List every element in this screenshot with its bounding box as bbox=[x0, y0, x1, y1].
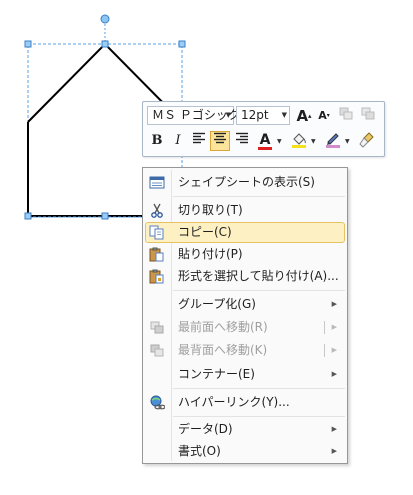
menu-item-data[interactable]: データ(D) ▶ bbox=[145, 419, 345, 440]
shapesheet-icon bbox=[149, 176, 165, 189]
fill-color-button[interactable] bbox=[289, 131, 309, 151]
italic-icon: I bbox=[175, 133, 181, 148]
resize-handle-bottom-left[interactable] bbox=[24, 212, 32, 220]
font-color-button[interactable]: A bbox=[255, 131, 275, 151]
grow-font-button[interactable]: A▴ bbox=[294, 106, 314, 126]
line-color-button[interactable] bbox=[323, 131, 343, 151]
paint-bucket-icon bbox=[292, 133, 306, 148]
menu-item-cut[interactable]: 切り取り(T) bbox=[145, 200, 345, 221]
align-right-button[interactable] bbox=[232, 131, 252, 151]
align-right-icon bbox=[236, 132, 248, 144]
resize-handle-top-left[interactable] bbox=[24, 40, 32, 48]
menu-item-label: 書式(O) bbox=[178, 444, 221, 458]
menu-item-show-shapesheet[interactable]: シェイプシートの表示(S) bbox=[145, 172, 345, 193]
send-back-icon bbox=[150, 344, 164, 357]
menu-item-label: 最前面へ移動(R) bbox=[178, 320, 268, 334]
menu-item-label: ハイパーリンク(Y)... bbox=[178, 395, 290, 409]
menu-item-label: コピー(C) bbox=[178, 225, 232, 239]
menu-item-label: 貼り付け(P) bbox=[178, 247, 243, 261]
align-center-icon bbox=[214, 132, 226, 144]
bold-button[interactable]: B bbox=[147, 131, 167, 151]
submenu-arrow-icon: ▶ bbox=[331, 447, 337, 455]
format-painter-disabled-button[interactable] bbox=[336, 106, 356, 126]
align-left-button[interactable] bbox=[189, 131, 209, 151]
hyperlink-icon bbox=[150, 395, 165, 410]
font-color-swatch bbox=[258, 147, 272, 150]
context-menu: シェイプシートの表示(S) 切り取り(T) コピー(C) 貼り付け(P) 形式を… bbox=[142, 167, 348, 464]
submenu-arrow-icon: ▶ bbox=[331, 300, 337, 308]
font-name-combo[interactable]: ＭＳ Ｐゴシック ▼ bbox=[147, 106, 240, 125]
menu-item-label: グループ化(G) bbox=[178, 297, 256, 311]
line-color-dropdown-icon[interactable]: ▼ bbox=[345, 138, 350, 145]
font-size-combo[interactable]: 12pt ▼ bbox=[236, 106, 290, 125]
menu-item-hyperlink[interactable]: ハイパーリンク(Y)... bbox=[145, 392, 345, 413]
split-divider bbox=[324, 321, 325, 334]
paste-icon bbox=[149, 247, 164, 262]
scissors-icon bbox=[151, 203, 163, 218]
paintbrush-icon bbox=[359, 132, 374, 148]
paste-special-icon bbox=[149, 269, 164, 284]
grow-font-icon: A bbox=[296, 107, 309, 125]
font-color-icon: A bbox=[259, 132, 271, 148]
align-left-icon bbox=[193, 132, 205, 144]
resize-handle-bottom[interactable] bbox=[101, 212, 109, 220]
submenu-arrow-icon: ▶ bbox=[331, 425, 337, 433]
menu-item-format[interactable]: 書式(O) ▶ bbox=[145, 441, 345, 462]
menu-item-paste-special[interactable]: 形式を選択して貼り付け(A)... bbox=[145, 266, 345, 287]
menu-item-copy[interactable]: コピー(C) bbox=[145, 222, 345, 243]
resize-handle-top[interactable] bbox=[101, 40, 109, 48]
copy-icon bbox=[149, 225, 164, 240]
menu-item-group[interactable]: グループ化(G) ▶ bbox=[145, 294, 345, 315]
menu-item-label: 形式を選択して貼り付け(A)... bbox=[178, 269, 339, 283]
shrink-font-button[interactable]: A▾ bbox=[314, 106, 334, 126]
submenu-arrow-icon: ▶ bbox=[331, 370, 337, 378]
shrink-font-icon: A bbox=[318, 109, 327, 122]
menu-item-label: 最背面へ移動(K) bbox=[178, 343, 268, 357]
menu-item-label: シェイプシートの表示(S) bbox=[178, 175, 315, 189]
menu-item-bring-to-front[interactable]: 最前面へ移動(R) ▶ bbox=[145, 317, 345, 338]
pen-icon bbox=[326, 133, 340, 148]
menu-item-container[interactable]: コンテナー(E) ▶ bbox=[145, 364, 345, 385]
font-color-dropdown-icon[interactable]: ▼ bbox=[277, 138, 282, 145]
font-size-value: 12pt bbox=[241, 108, 269, 122]
menu-item-label: データ(D) bbox=[178, 422, 233, 436]
paste-format-disabled-button[interactable] bbox=[358, 106, 378, 126]
chevron-down-icon: ▼ bbox=[281, 111, 287, 119]
submenu-arrow-icon: ▶ bbox=[331, 346, 337, 354]
paste-format-icon bbox=[361, 107, 375, 120]
resize-handle-top-right[interactable] bbox=[178, 40, 186, 48]
menu-item-send-to-back[interactable]: 最背面へ移動(K) ▶ bbox=[145, 340, 345, 361]
copy-format-icon bbox=[339, 107, 353, 120]
bring-front-icon bbox=[150, 321, 164, 334]
menu-separator bbox=[173, 290, 345, 291]
menu-item-label: コンテナー(E) bbox=[178, 367, 255, 381]
submenu-arrow-icon: ▶ bbox=[331, 323, 337, 331]
italic-button[interactable]: I bbox=[168, 131, 188, 151]
fill-color-dropdown-icon[interactable]: ▼ bbox=[311, 138, 316, 145]
align-center-button[interactable] bbox=[210, 131, 230, 151]
menu-separator bbox=[173, 416, 345, 417]
chevron-down-icon: ▼ bbox=[225, 111, 231, 119]
menu-separator bbox=[173, 388, 345, 389]
mini-toolbar: ＭＳ Ｐゴシック ▼ 12pt ▼ A▴ A▾ B I A ▼ ▼ ▼ bbox=[142, 101, 385, 157]
bold-icon: B bbox=[151, 133, 163, 148]
menu-item-label: 切り取り(T) bbox=[178, 203, 243, 217]
menu-item-paste[interactable]: 貼り付け(P) bbox=[145, 244, 345, 265]
menu-separator bbox=[173, 196, 345, 197]
rotation-handle[interactable] bbox=[100, 14, 110, 24]
split-divider bbox=[324, 344, 325, 357]
format-painter-button[interactable] bbox=[357, 131, 377, 151]
